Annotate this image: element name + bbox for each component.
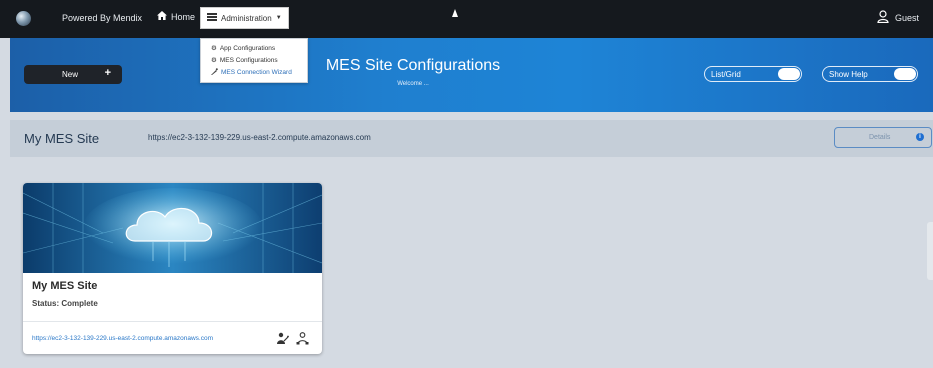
- info-icon: i: [916, 133, 924, 141]
- nav-administration-label: Administration: [221, 13, 272, 23]
- administration-dropdown: ⚙ App Configurations ⚙ MES Configuration…: [200, 38, 308, 83]
- nav-administration-menu[interactable]: Administration ▼: [200, 7, 289, 29]
- site-card[interactable]: My MES Site Status: Complete https://ec2…: [23, 183, 322, 354]
- toggle-knob: [894, 68, 916, 80]
- list-grid-toggle[interactable]: List/Grid: [704, 66, 802, 82]
- menu-item-mes-configurations[interactable]: ⚙ MES Configurations: [211, 56, 278, 65]
- page-title: MES Site Configurations: [325, 57, 501, 74]
- card-status: Status: Complete: [32, 299, 98, 308]
- card-title: My MES Site: [32, 280, 98, 292]
- site-url: https://ec2-3-132-139-229.us-east-2.comp…: [148, 133, 371, 142]
- list-grid-label: List/Grid: [711, 69, 741, 79]
- mouse-cursor-icon: [452, 9, 458, 17]
- admin-icon: [207, 13, 217, 23]
- welcome-text: Welcome ...: [397, 81, 429, 87]
- show-help-label: Show Help: [829, 69, 868, 79]
- toggle-knob: [778, 68, 800, 80]
- site-name: My MES Site: [24, 131, 100, 146]
- powered-by-label: Powered By Mendix: [62, 13, 143, 23]
- gear-icon: ⚙: [211, 45, 217, 52]
- nav-home-link[interactable]: Home: [157, 11, 195, 22]
- nav-home-label: Home: [171, 11, 196, 22]
- menu-item-label: MES Configurations: [219, 56, 278, 64]
- details-label: Details: [869, 134, 891, 141]
- app-logo[interactable]: [16, 11, 31, 26]
- gear-icon: ⚙: [211, 57, 217, 64]
- wizard-icon: [211, 68, 218, 77]
- guest-user-menu[interactable]: Guest: [877, 10, 919, 25]
- cloud-network-image: [23, 183, 322, 273]
- menu-item-label: MES Connection Wizard: [221, 69, 292, 76]
- card-divider: [23, 321, 322, 322]
- wizard-icon[interactable]: [275, 331, 289, 345]
- home-icon: [157, 11, 167, 22]
- show-help-toggle[interactable]: Show Help: [822, 66, 918, 82]
- new-button[interactable]: New +: [24, 65, 122, 84]
- side-panel-handle[interactable]: [927, 222, 933, 280]
- caret-down-icon: ▼: [275, 15, 282, 21]
- top-nav: Powered By Mendix Home Administration ▼ …: [0, 0, 933, 38]
- network-icon[interactable]: [295, 331, 309, 345]
- user-icon: [877, 10, 889, 25]
- details-button[interactable]: Details i: [834, 127, 932, 148]
- menu-item-app-configurations[interactable]: ⚙ App Configurations: [211, 44, 276, 53]
- menu-item-mes-connection-wizard[interactable]: MES Connection Wizard: [211, 68, 292, 77]
- new-button-label: New: [62, 70, 79, 79]
- guest-label: Guest: [894, 12, 919, 23]
- menu-item-label: App Configurations: [219, 44, 276, 52]
- plus-icon: +: [104, 67, 111, 79]
- card-site-link[interactable]: https://ec2-3-132-139-229.us-east-2.comp…: [32, 335, 213, 342]
